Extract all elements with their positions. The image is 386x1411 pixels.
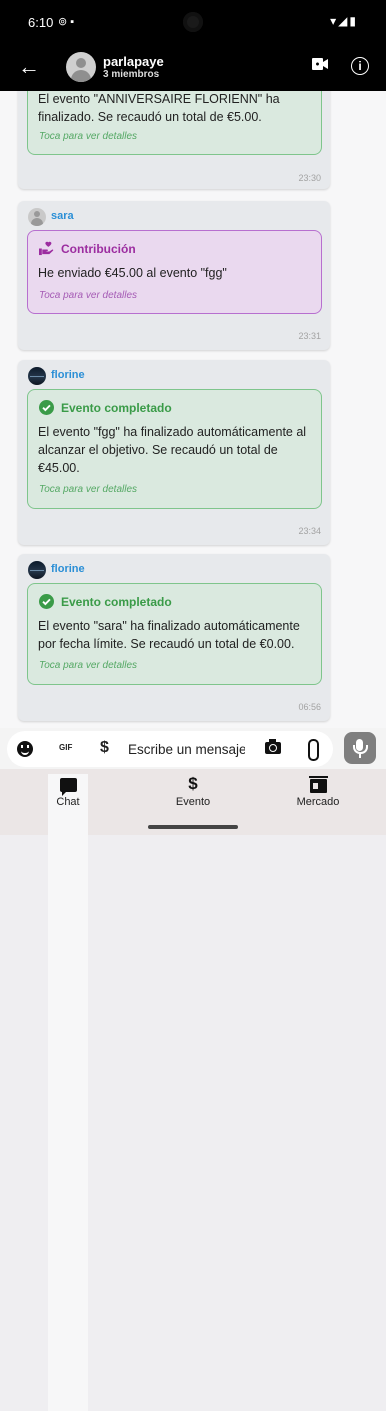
card-hint: Toca para ver detalles [39,484,138,495]
nav-mercado[interactable]: Mercado [293,774,343,808]
card-hint: Toca para ver detalles [39,131,138,142]
nav-label: Chat [56,796,80,808]
message-bubble[interactable]: sara Contribución He enviado €45.00 al e… [18,201,330,350]
message-input[interactable] [128,739,245,759]
message-bubble[interactable]: El evento "ANNIVERSAIRE FLORIENN" ha fin… [18,91,330,189]
card-hint: Toca para ver detalles [39,660,138,671]
event-completed-card[interactable]: Evento completado El evento "sara" ha fi… [27,583,322,685]
card-title: Contribución [61,242,136,256]
sender-avatar[interactable] [28,561,46,579]
nav-label: Mercado [296,796,340,808]
back-arrow-icon[interactable]: ← [18,54,40,80]
video-call-icon[interactable] [312,58,328,70]
attach-icon[interactable] [308,739,319,761]
message-list[interactable]: El evento "ANNIVERSAIRE FLORIENN" ha fin… [0,91,386,728]
chat-title[interactable]: parlapaye [103,54,164,69]
nav-label: Evento [175,796,211,808]
gif-button[interactable]: GIF [59,743,72,752]
sender-name[interactable]: florine [51,369,85,381]
heart-hand-icon [39,241,54,256]
home-indicator[interactable] [148,825,238,829]
dollar-icon: $ [188,774,198,793]
check-circle-icon [39,400,54,415]
group-avatar[interactable] [66,52,96,82]
card-body: El evento "ANNIVERSAIRE FLORIENN" ha fin… [38,92,280,124]
check-circle-icon [39,594,54,609]
message-time: 23:31 [298,331,321,341]
chat-subtitle: 3 miembros [103,69,160,80]
status-right-icons: ▾◢▮ [330,14,358,28]
mic-button[interactable] [344,732,376,764]
card-title: Evento completado [61,401,172,415]
status-bar: 6:10 ⊚ ▪ ▾◢▮ [0,0,386,44]
nav-evento[interactable]: $ Evento [168,774,218,808]
message-time: 06:56 [298,702,321,712]
status-time: 6:10 [28,15,54,30]
sender-name[interactable]: florine [51,563,85,575]
card-body: He enviado €45.00 al evento "fgg" [38,266,227,280]
message-bubble[interactable]: florine Evento completado El evento "fgg… [18,360,330,545]
event-completed-card[interactable]: El evento "ANNIVERSAIRE FLORIENN" ha fin… [27,91,322,155]
contribution-card[interactable]: Contribución He enviado €45.00 al evento… [27,230,322,314]
front-camera [183,12,203,32]
message-bubble[interactable]: florine Evento completado El evento "sar… [18,554,330,721]
app-bar: ← parlapaye 3 miembros i [0,44,386,91]
status-left-icons: ⊚ ▪ [58,16,75,28]
card-title: Evento completado [61,595,172,609]
sender-name[interactable]: sara [51,210,74,222]
card-body: El evento "fgg" ha finalizado automática… [38,425,307,475]
composer-bar: GIF $ [0,728,386,769]
camera-icon[interactable] [265,739,281,754]
nav-chat[interactable]: Chat [48,774,88,1411]
composer-pill: GIF $ [7,731,333,767]
sender-avatar[interactable] [28,367,46,385]
card-hint: Toca para ver detalles [39,290,138,301]
message-time: 23:34 [298,526,321,536]
store-icon [308,776,328,793]
info-icon[interactable]: i [351,57,369,75]
emoji-icon[interactable] [17,741,33,757]
chat-icon [59,778,77,796]
card-body: El evento "sara" ha finalizado automátic… [38,619,300,651]
dollar-button[interactable]: $ [100,739,109,757]
sender-avatar[interactable] [28,208,46,226]
message-time: 23:30 [298,173,321,183]
event-completed-card[interactable]: Evento completado El evento "fgg" ha fin… [27,389,322,509]
